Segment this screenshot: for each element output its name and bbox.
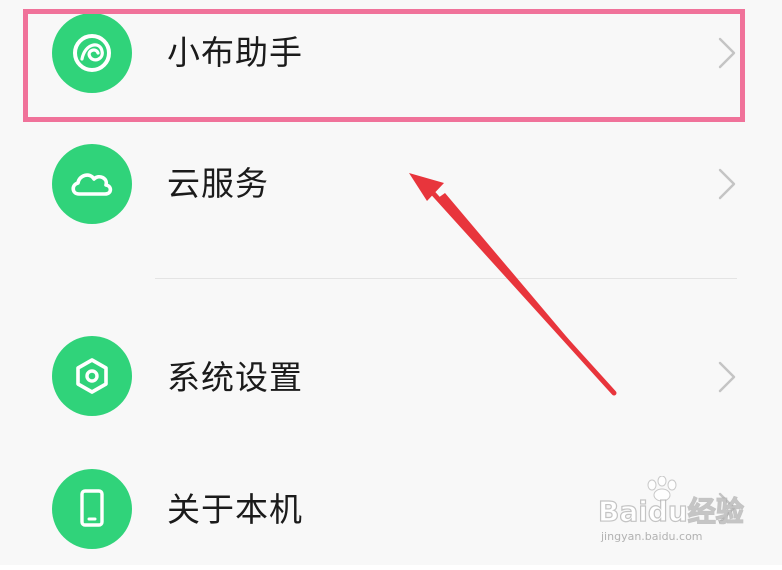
settings-item-label: 系统设置: [167, 358, 303, 397]
settings-item-label: 云服务: [167, 164, 269, 203]
chevron-right-icon: [718, 37, 736, 69]
settings-item-assistant[interactable]: 小布助手: [0, 0, 782, 113]
settings-screen: 小布助手 云服务 系统设置 关于本机: [0, 0, 782, 565]
section-divider: [155, 278, 737, 279]
chevron-right-icon: [718, 168, 736, 200]
chevron-right-icon: [718, 492, 736, 524]
chevron-right-icon: [718, 361, 736, 393]
settings-item-cloud[interactable]: 云服务: [0, 124, 782, 244]
settings-item-label: 小布助手: [167, 33, 303, 72]
settings-item-label: 关于本机: [167, 490, 303, 529]
settings-item-system-settings[interactable]: 系统设置: [0, 318, 782, 438]
phone-icon: [52, 469, 132, 549]
settings-hexagon-icon: [52, 336, 132, 416]
settings-item-about-phone[interactable]: 关于本机: [0, 450, 782, 570]
cloud-icon: [52, 144, 132, 224]
assistant-icon: [52, 13, 132, 93]
